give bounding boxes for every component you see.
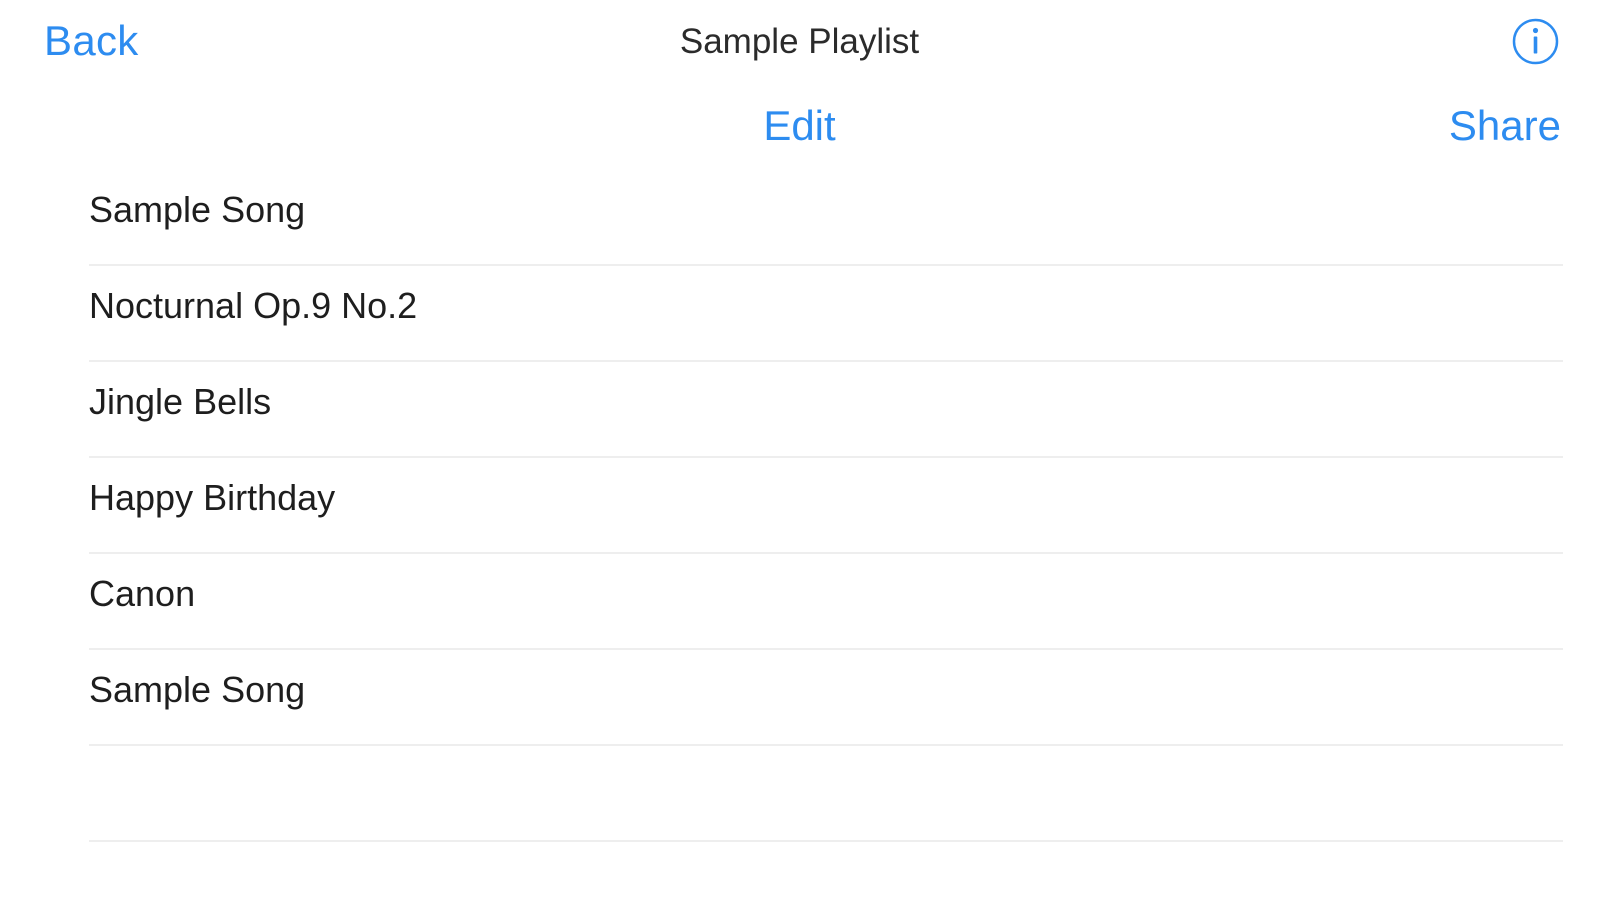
song-title: Nocturnal Op.9 No.2 xyxy=(89,285,418,326)
playlist-screen: Back Sample Playlist Edit Share Sample S… xyxy=(0,0,1599,900)
song-row[interactable]: Sample Song xyxy=(0,650,1599,746)
song-list: Sample Song Nocturnal Op.9 No.2 Jingle B… xyxy=(0,170,1599,842)
info-circle-icon xyxy=(1512,18,1559,65)
song-title: Happy Birthday xyxy=(89,477,336,518)
song-row[interactable]: Canon xyxy=(0,554,1599,650)
page-title: Sample Playlist xyxy=(679,22,920,61)
song-title: Jingle Bells xyxy=(89,381,272,422)
info-button[interactable] xyxy=(1512,18,1559,65)
song-row[interactable]: Sample Song xyxy=(0,170,1599,266)
song-row[interactable]: Jingle Bells xyxy=(0,362,1599,458)
song-row[interactable]: Nocturnal Op.9 No.2 xyxy=(0,266,1599,362)
navigation-bar: Back Sample Playlist xyxy=(0,0,1599,86)
song-title: Canon xyxy=(89,573,196,614)
toolbar: Edit Share xyxy=(0,96,1599,156)
empty-song-row[interactable] xyxy=(0,746,1599,842)
edit-button-wrapper: Edit xyxy=(0,96,1599,156)
song-title: Sample Song xyxy=(89,669,306,710)
song-title: Sample Song xyxy=(89,189,306,230)
share-button[interactable]: Share xyxy=(1449,96,1561,156)
edit-button[interactable]: Edit xyxy=(763,102,835,149)
song-row[interactable]: Happy Birthday xyxy=(0,458,1599,554)
